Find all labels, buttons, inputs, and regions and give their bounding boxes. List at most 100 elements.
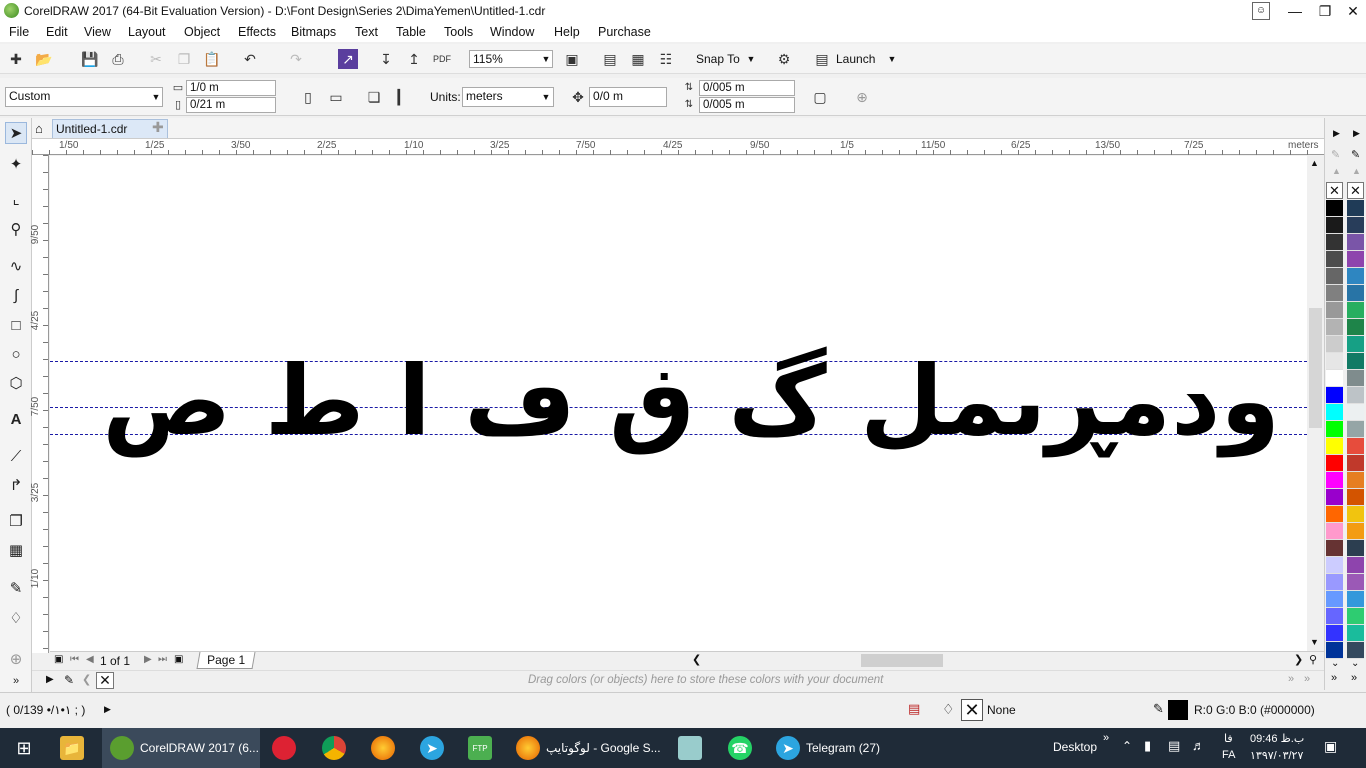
color-swatch[interactable] bbox=[1347, 608, 1364, 625]
scroll-left-icon[interactable]: ❮ bbox=[692, 653, 701, 666]
no-color-swatch[interactable]: ✕ bbox=[96, 672, 114, 689]
taskbar-app-coreldraw[interactable]: CorelDRAW 2017 (6... bbox=[102, 728, 260, 768]
taskbar-app-telegram[interactable]: ➤ Telegram (27) bbox=[768, 728, 910, 768]
show-rulers-icon[interactable]: ☷ bbox=[656, 49, 676, 69]
duplicate-x-field[interactable]: 0/005 m bbox=[699, 80, 795, 96]
menu-file[interactable]: File bbox=[9, 25, 29, 39]
color-swatch[interactable] bbox=[1347, 404, 1364, 421]
color-swatch[interactable] bbox=[1326, 574, 1343, 591]
outline-color-swatch[interactable] bbox=[1168, 700, 1188, 720]
next-page-icon[interactable]: ▶ bbox=[144, 654, 152, 665]
color-swatch[interactable] bbox=[1326, 523, 1343, 540]
no-color-swatch[interactable]: ✕ bbox=[1347, 182, 1364, 199]
palette-arrow-icon[interactable]: ▶ bbox=[46, 674, 54, 685]
full-screen-preview-icon[interactable]: ▤ bbox=[600, 49, 620, 69]
color-swatch[interactable] bbox=[1326, 234, 1343, 251]
start-button[interactable]: ⊞ bbox=[0, 728, 48, 768]
chevron-down-icon[interactable]: ▼ bbox=[745, 51, 757, 67]
battery-icon[interactable]: ▮ bbox=[1144, 738, 1151, 754]
color-swatch[interactable] bbox=[1347, 506, 1364, 523]
color-swatch[interactable] bbox=[1347, 285, 1364, 302]
color-swatch[interactable] bbox=[1326, 370, 1343, 387]
new-tab-icon[interactable]: ✚ bbox=[152, 119, 164, 136]
taskbar-app[interactable]: FTP bbox=[468, 728, 500, 768]
taskbar-app[interactable] bbox=[371, 728, 403, 768]
language-indicator-top[interactable]: فا bbox=[1224, 732, 1233, 745]
transparency-icon[interactable]: ▦ bbox=[5, 539, 27, 561]
color-swatch[interactable] bbox=[1347, 591, 1364, 608]
menu-layout[interactable]: Layout bbox=[128, 25, 166, 39]
add-preset-icon[interactable]: ⊕ bbox=[852, 87, 872, 107]
color-swatch[interactable] bbox=[1347, 251, 1364, 268]
scroll-up-icon[interactable]: ▲ bbox=[1310, 158, 1319, 168]
print-icon[interactable]: ⎙ bbox=[108, 49, 128, 69]
color-swatch[interactable] bbox=[1347, 387, 1364, 404]
color-swatch[interactable] bbox=[1326, 336, 1343, 353]
color-swatch[interactable] bbox=[1347, 489, 1364, 506]
palette-more-icon[interactable]: » bbox=[1331, 672, 1337, 684]
connector-tool-icon[interactable]: ↱ bbox=[5, 474, 27, 496]
color-swatch[interactable] bbox=[1326, 489, 1343, 506]
rectangle-tool-icon[interactable]: □ bbox=[5, 314, 27, 336]
color-swatch[interactable] bbox=[1326, 268, 1343, 285]
color-swatch[interactable] bbox=[1347, 353, 1364, 370]
gear-icon[interactable]: ⚙ bbox=[774, 49, 794, 69]
nudge-distance-field[interactable]: 0/0 m bbox=[589, 87, 667, 107]
tab-untitled-1[interactable]: Untitled-1.cdr bbox=[52, 119, 168, 138]
taskbar-app[interactable] bbox=[322, 728, 354, 768]
zoom-search-icon[interactable]: ⚲ bbox=[1309, 653, 1317, 666]
menu-bitmaps[interactable]: Bitmaps bbox=[291, 25, 336, 39]
search-content-icon[interactable]: ↗ bbox=[338, 49, 358, 69]
drawing-canvas[interactable]: ودمڕںمل گ ڧ ڡ ا ط ص سـں شـ ڍ ں bbox=[50, 156, 1307, 651]
menu-table[interactable]: Table bbox=[396, 25, 426, 39]
first-page-icon[interactable]: ⏮ bbox=[70, 654, 79, 665]
save-icon[interactable]: 💾 bbox=[80, 49, 100, 69]
color-swatch[interactable] bbox=[1326, 455, 1343, 472]
taskbar-app[interactable] bbox=[272, 728, 304, 768]
color-swatch[interactable] bbox=[1326, 387, 1343, 404]
restore-button[interactable]: ❐ bbox=[1310, 0, 1340, 22]
color-swatch[interactable] bbox=[1347, 336, 1364, 353]
publish-pdf-icon[interactable]: PDF bbox=[432, 49, 452, 69]
color-swatch[interactable] bbox=[1326, 319, 1343, 336]
text-tool-icon[interactable]: A bbox=[5, 408, 27, 430]
color-swatch[interactable] bbox=[1347, 370, 1364, 387]
artistic-text-object[interactable]: ودمڕںمل گ ڧ ڡ ا ط ص سـں شـ ڍ ں bbox=[80, 341, 1280, 481]
color-proof-icon[interactable]: ▤ bbox=[908, 701, 920, 717]
landscape-icon[interactable]: ▭ bbox=[326, 87, 346, 107]
volume-icon[interactable]: ♬ bbox=[1192, 738, 1205, 753]
menu-view[interactable]: View bbox=[84, 25, 111, 39]
color-swatch[interactable] bbox=[1347, 421, 1364, 438]
cut-icon[interactable]: ✂ bbox=[146, 49, 166, 69]
taskbar-app[interactable]: ☎ bbox=[728, 728, 760, 768]
page-height-field[interactable]: 0/21 m bbox=[186, 97, 276, 113]
chevron-down-icon[interactable]: ▼ bbox=[540, 89, 552, 105]
color-swatch[interactable] bbox=[1326, 421, 1343, 438]
zoom-tool-icon[interactable]: ⚲ bbox=[5, 218, 27, 240]
palette-expand-icon[interactable]: ▶ bbox=[1353, 128, 1360, 139]
page-border-icon[interactable]: ▢ bbox=[810, 87, 830, 107]
add-page-after-icon[interactable]: ▣ bbox=[174, 654, 183, 665]
palette-down-icon[interactable]: ⌄ bbox=[1351, 658, 1359, 669]
scroll-down-icon[interactable]: ▼ bbox=[1310, 637, 1319, 647]
launch-button[interactable]: Launch bbox=[836, 52, 875, 66]
color-swatch[interactable] bbox=[1326, 642, 1343, 659]
chevron-down-icon[interactable]: ▼ bbox=[150, 89, 162, 105]
color-swatch[interactable] bbox=[1347, 319, 1364, 336]
status-arrow-icon[interactable]: ▶ bbox=[104, 704, 111, 715]
menu-window[interactable]: Window bbox=[490, 25, 534, 39]
no-color-swatch[interactable]: ✕ bbox=[1326, 182, 1343, 199]
color-swatch[interactable] bbox=[1326, 285, 1343, 302]
color-swatch[interactable] bbox=[1326, 540, 1343, 557]
chevron-down-icon[interactable]: ▼ bbox=[540, 51, 552, 67]
color-swatch[interactable] bbox=[1326, 200, 1343, 217]
palette-expand-icon[interactable]: ▶ bbox=[1333, 128, 1340, 139]
welcome-home-icon[interactable]: ⌂ bbox=[35, 121, 43, 136]
color-swatch[interactable] bbox=[1347, 217, 1364, 234]
color-swatch[interactable] bbox=[1347, 574, 1364, 591]
menu-effects[interactable]: Effects bbox=[238, 25, 276, 39]
current-page-icon[interactable]: ▎ bbox=[393, 87, 413, 107]
color-swatch[interactable] bbox=[1347, 268, 1364, 285]
duplicate-y-field[interactable]: 0/005 m bbox=[699, 97, 795, 113]
portrait-icon[interactable]: ▯ bbox=[298, 87, 318, 107]
